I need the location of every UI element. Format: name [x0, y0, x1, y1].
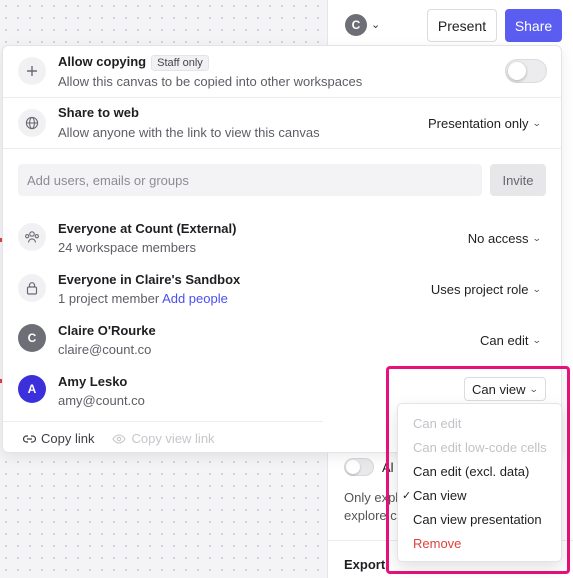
share-to-web-subtitle: Allow anyone with the link to view this …	[58, 125, 320, 140]
member-role-value: Uses project role	[430, 282, 529, 297]
member-role-dropdown[interactable]: Can edit ⌄	[480, 333, 543, 348]
present-button[interactable]: Present	[427, 9, 497, 42]
checkmark-icon: ✓	[402, 490, 412, 502]
plus-icon	[18, 57, 46, 85]
copy-link-label: Copy link	[41, 431, 95, 446]
divider	[3, 148, 561, 149]
allow-copying-row: Allow copying Staff only Allow this canva…	[3, 46, 561, 97]
member-role-dropdown-open[interactable]: Can view ⌄	[464, 377, 546, 401]
member-detail: 24 workspace members	[58, 240, 196, 255]
member-row: Everyone at Count (External) 24 workspac…	[3, 212, 561, 260]
share-to-web-title: Share to web	[58, 105, 139, 120]
role-option-remove[interactable]: Remove	[398, 532, 561, 556]
role-option-can-view[interactable]: ✓ Can view	[398, 484, 561, 508]
member-role-value: No access	[467, 231, 529, 246]
invite-input[interactable]	[18, 164, 482, 196]
member-email: claire@count.co	[58, 342, 152, 357]
divider	[3, 421, 323, 422]
member-name: Everyone in Claire's Sandbox	[58, 272, 241, 287]
member-role-value: Can edit	[480, 333, 529, 348]
member-detail: 1 project member Add people	[58, 291, 228, 306]
chevron-down-icon: ⌄	[532, 284, 543, 294]
role-option-can-edit: Can edit	[398, 412, 561, 436]
role-option-label: Can view presentation	[413, 512, 542, 527]
allow-copying-label: Allow copying	[58, 54, 147, 69]
member-name: Claire O'Rourke	[58, 323, 156, 338]
copy-view-link-button[interactable]: Copy view link	[112, 431, 215, 446]
member-name: Everyone at Count (External)	[58, 221, 237, 236]
member-role-dropdown[interactable]: No access ⌄	[467, 231, 543, 246]
globe-icon	[18, 109, 46, 137]
copy-view-link-label: Copy view link	[131, 431, 215, 446]
share-to-web-value: Presentation only	[428, 116, 529, 131]
role-menu: Can edit Can edit low-code cells Can edi…	[397, 403, 562, 562]
share-to-web-dropdown[interactable]: Presentation only ⌄	[428, 116, 543, 131]
group-icon	[18, 223, 46, 251]
chevron-down-icon: ⌄	[532, 118, 543, 128]
staff-only-badge: Staff only	[151, 55, 209, 71]
member-role-value: Can view	[471, 381, 526, 397]
lock-icon	[18, 274, 46, 302]
add-people-link[interactable]: Add people	[162, 291, 228, 306]
member-row: C Claire O'Rourke claire@count.co Can ed…	[3, 314, 561, 362]
member-email: amy@count.co	[58, 393, 145, 408]
panel-toggle[interactable]	[344, 458, 374, 476]
role-option-label: Can edit low-code cells	[413, 440, 547, 455]
member-row: Everyone in Claire's Sandbox 1 project m…	[3, 263, 561, 311]
link-icon	[23, 434, 36, 443]
member-name: Amy Lesko	[58, 374, 128, 389]
member-role-dropdown[interactable]: Uses project role ⌄	[430, 282, 543, 297]
avatar: C	[18, 324, 46, 352]
role-option-label: Can view	[413, 488, 467, 503]
role-option-can-edit-low-code: Can edit low-code cells	[398, 436, 561, 460]
chevron-down-icon[interactable]: ⌄	[371, 18, 380, 31]
allow-copying-title: Allow copying Staff only	[58, 54, 209, 71]
allow-copying-toggle[interactable]	[505, 59, 547, 83]
share-to-web-row: Share to web Allow anyone with the link …	[3, 98, 561, 148]
role-option-can-view-presentation[interactable]: Can view presentation	[398, 508, 561, 532]
avatar: A	[18, 375, 46, 403]
chevron-down-icon: ⌄	[532, 335, 543, 345]
chevron-down-icon: ⌄	[532, 233, 543, 243]
invite-button[interactable]: Invite	[490, 164, 546, 196]
role-option-label: Can edit (excl. data)	[413, 464, 530, 479]
role-option-label: Remove	[413, 536, 462, 551]
copy-link-button[interactable]: Copy link	[23, 431, 94, 446]
chevron-down-icon: ⌄	[529, 383, 540, 394]
export-section-title[interactable]: Export	[344, 557, 385, 572]
share-footer: Copy link Copy view link	[23, 431, 215, 446]
allow-copying-subtitle: Allow this canvas to be copied into othe…	[58, 74, 363, 89]
share-button[interactable]: Share	[505, 9, 562, 42]
eye-icon	[112, 433, 127, 444]
role-option-label: Can edit	[413, 416, 462, 431]
member-count: 1 project member	[58, 291, 160, 306]
role-option-can-edit-excl-data[interactable]: Can edit (excl. data)	[398, 460, 561, 484]
top-bar: C ⌄ Present Share	[328, 0, 573, 50]
user-avatar[interactable]: C	[345, 14, 367, 36]
